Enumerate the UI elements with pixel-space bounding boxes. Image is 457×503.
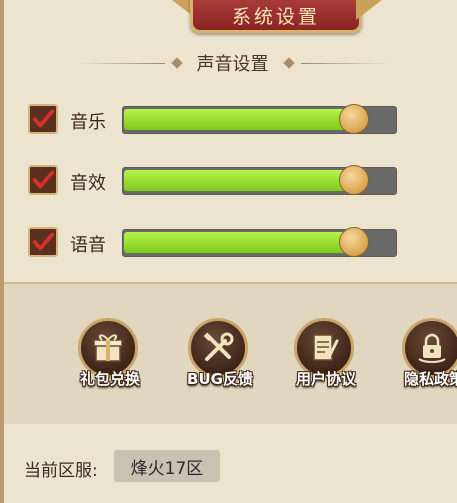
voice-checkbox[interactable] [28,227,58,257]
checkmark-icon [32,232,55,251]
music-slider-handle[interactable] [339,104,369,134]
music-checkbox[interactable] [28,104,58,134]
current-server-value[interactable]: 烽火17区 [114,450,220,482]
privacy-policy-label: 隐私政策 [403,370,457,388]
music-slider-fill [124,109,356,130]
user-agreement-label: 用户协议 [295,370,356,388]
sfx-checkbox[interactable] [28,165,58,195]
banner-ornament-right [356,0,382,20]
checkmark-icon [32,109,55,128]
checkmark-icon [32,170,55,189]
sfx-row: 音效 [28,163,457,199]
voice-slider-fill [124,232,356,253]
sound-section-header: 声音设置 [4,48,457,78]
voice-label: 语音 [70,235,106,256]
sfx-slider-handle[interactable] [339,165,369,195]
music-label: 音乐 [70,112,106,133]
voice-slider-handle[interactable] [339,227,369,257]
sfx-label: 音效 [70,173,106,194]
section-title: 声音设置 [196,54,269,75]
bug-report-button[interactable]: BUG反馈 [180,318,260,398]
bug-report-label: BUG反馈 [187,370,253,388]
user-agreement-button[interactable]: 用户协议 [286,318,366,398]
gift-redeem-label: 礼包兑换 [79,370,140,388]
settings-panel: 系统设置 声音设置 音乐 音效 语音 礼包兑换 BUG反馈 用户协议 隐私政策 … [0,0,457,503]
voice-row: 语音 [28,225,457,261]
divider-left [74,62,165,64]
title-banner: 系统设置 [190,0,362,33]
music-row: 音乐 [28,102,457,138]
current-server-label: 当前区服: [24,461,98,481]
page-title: 系统设置 [231,5,320,28]
ornament-icon [282,57,295,69]
gift-redeem-button[interactable]: 礼包兑换 [70,318,150,398]
divider-right [300,62,391,64]
sfx-slider-fill [124,170,356,191]
ornament-icon [170,57,183,69]
privacy-policy-button[interactable]: 隐私政策 [394,318,457,398]
